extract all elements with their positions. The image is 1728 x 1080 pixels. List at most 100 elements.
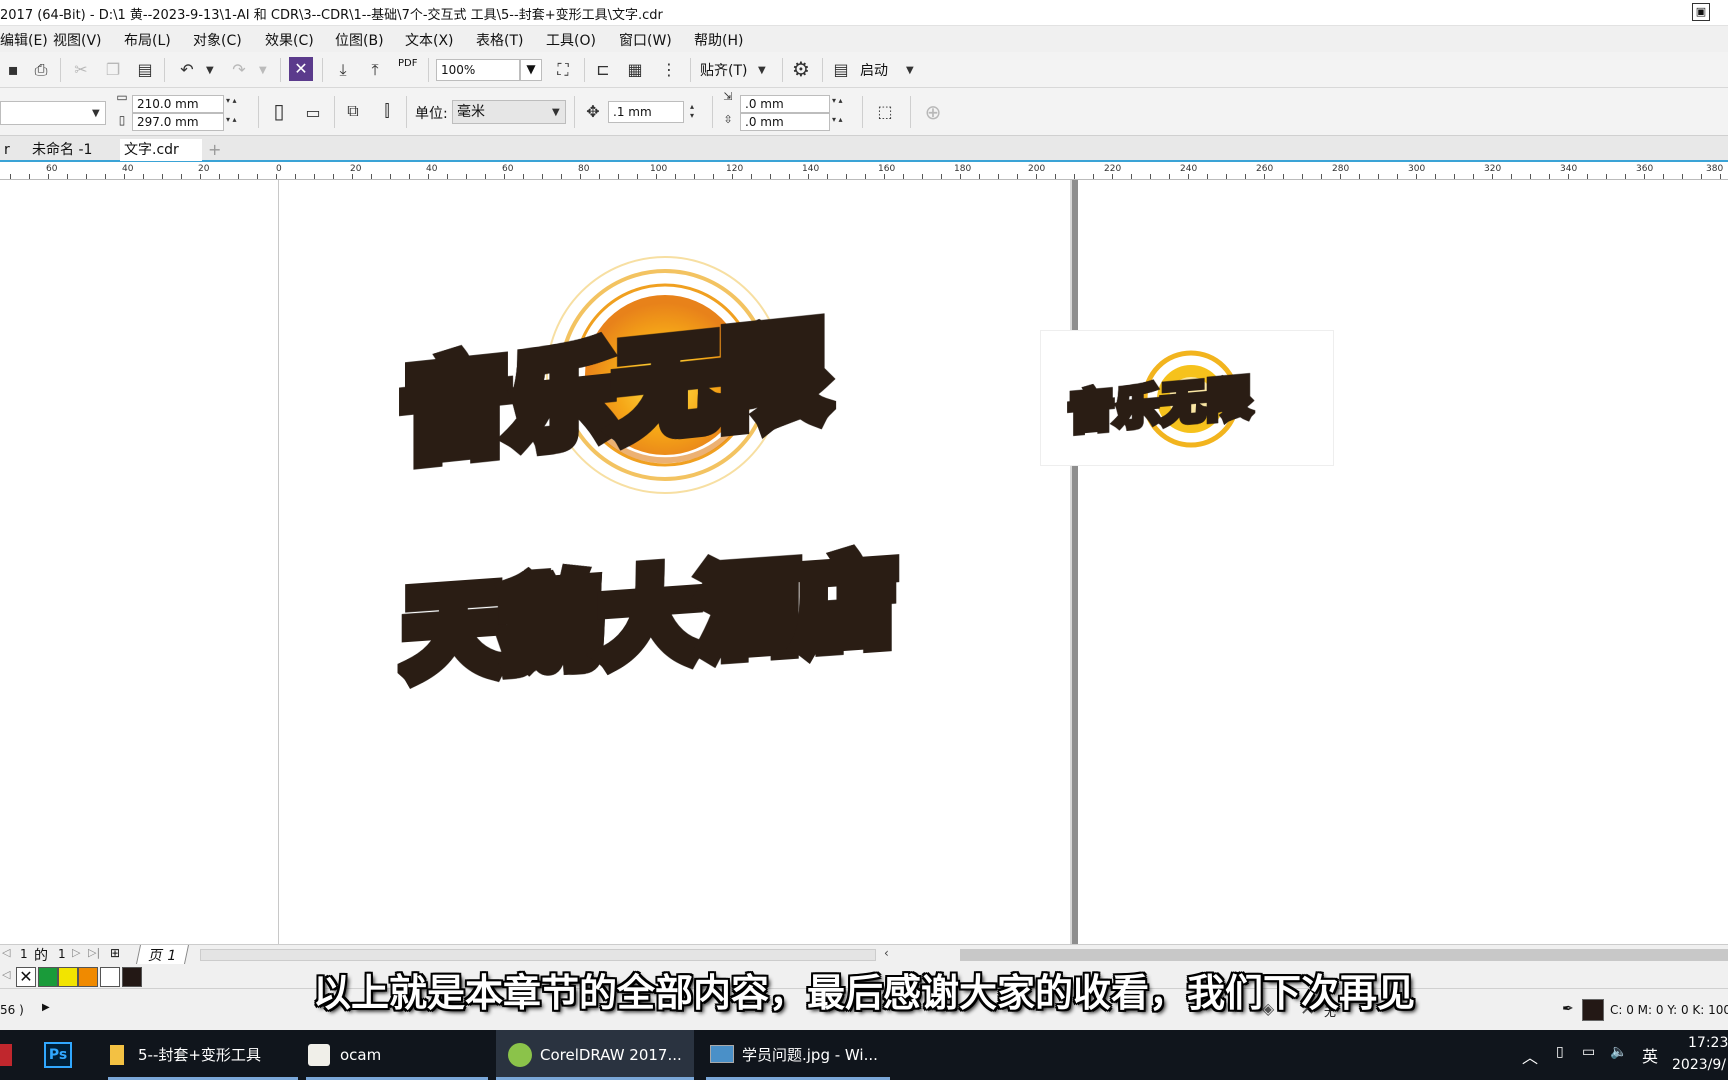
paste-icon[interactable]: ▤ (132, 57, 158, 83)
video-subtitle: 以上就是本章节的全部内容，最后感谢大家的收看，我们下次再见 (312, 971, 1415, 1015)
import-icon[interactable]: ⤓ (330, 57, 356, 83)
ime-language-indicator[interactable]: 英 (1642, 1043, 1658, 1067)
last-page-icon[interactable]: ▷| (88, 946, 100, 959)
export-icon[interactable]: ⤒ (362, 57, 388, 83)
page-width-spin-icon[interactable]: ▾ ▴ (226, 96, 237, 105)
redo-dropdown-icon[interactable]: ▼ (259, 65, 267, 76)
landscape-icon[interactable]: ▭ (300, 100, 326, 126)
menu-effects[interactable]: 效果(C) (265, 30, 314, 50)
treat-as-filled-icon[interactable]: ⬚ (872, 99, 898, 125)
ruler-tick (1036, 174, 1037, 179)
clock-date[interactable]: 2023/9/ (1672, 1057, 1726, 1073)
new-tab-plus-icon[interactable]: + (204, 139, 225, 161)
ruler-label: 380 (1706, 164, 1724, 174)
zoom-level-field[interactable]: 100% (436, 59, 520, 81)
application-launcher-icon[interactable]: ▤ (828, 57, 854, 83)
grid-icon[interactable]: ▦ (622, 57, 648, 83)
scrollbar-thumb[interactable] (960, 949, 1728, 961)
battery-icon[interactable]: ▭ (1582, 1044, 1595, 1060)
paper-size-select[interactable] (0, 101, 106, 125)
drawing-canvas[interactable]: 音乐无限 音乐无限 天鹅大酒店 天鹅大酒店 音乐无限 音乐无限 (0, 180, 1728, 944)
next-page-icon[interactable]: ▷ (72, 946, 80, 959)
duplicate-x-field[interactable]: .0 mm (740, 95, 830, 113)
pdf-export-label[interactable]: PDF (398, 58, 417, 69)
taskbar-ocam[interactable]: ocam (306, 1030, 488, 1080)
taskbar-folder[interactable]: 5--封套+变形工具 (108, 1030, 298, 1080)
add-icon[interactable]: ⊕ (920, 99, 946, 125)
page-width-field[interactable]: 210.0 mm (132, 95, 224, 113)
page-height-spin-icon[interactable]: ▾ ▴ (226, 115, 237, 124)
snap-to-menu[interactable]: 贴齐(T) (700, 60, 747, 80)
ruler-tick (295, 174, 296, 179)
user-icon[interactable]: ▣ (1692, 3, 1710, 21)
ruler-label: 340 (1560, 164, 1578, 174)
menu-table[interactable]: 表格(T) (476, 30, 523, 50)
ruler-tick (675, 174, 676, 179)
taskbar-image-viewer[interactable]: 学员问题.jpg - Wi... (706, 1030, 890, 1080)
menu-object[interactable]: 对象(C) (193, 30, 242, 50)
portrait-icon[interactable]: ▯ (266, 98, 292, 124)
current-page-number[interactable]: 1 (20, 947, 28, 961)
scroll-left-icon[interactable]: ‹ (884, 946, 889, 960)
all-pages-icon[interactable]: ⧉ (340, 98, 366, 124)
ruler-tick (1150, 174, 1151, 179)
horizontal-scrollbar[interactable] (200, 949, 876, 961)
rulers-icon[interactable]: ⊏ (590, 57, 616, 83)
copy-icon[interactable]: ❐ (100, 57, 126, 83)
menu-edit[interactable]: 编辑(E) (0, 30, 48, 50)
tab-previous-doc[interactable]: r (0, 139, 14, 161)
page-height-field[interactable]: 297.0 mm (132, 113, 224, 131)
duplicate-x-spin-icon[interactable]: ▾ ▴ (832, 96, 843, 105)
duplicate-y-field[interactable]: .0 mm (740, 113, 830, 131)
paper-size-dropdown-icon[interactable]: ▼ (92, 108, 100, 119)
full-screen-icon[interactable]: ⛶ (550, 57, 576, 83)
tray-expand-icon[interactable]: ︿ (1522, 1044, 1538, 1068)
ruler-tick (428, 174, 429, 179)
menu-layout[interactable]: 布局(L) (124, 30, 171, 50)
launch-label[interactable]: 启动 (860, 60, 888, 80)
units-dropdown-icon[interactable]: ▼ (552, 107, 560, 118)
snap-dropdown-icon[interactable]: ▼ (758, 65, 766, 76)
menu-window[interactable]: 窗口(W) (619, 30, 672, 50)
add-page-icon[interactable]: ⊞ (110, 946, 120, 960)
print-icon[interactable]: ⎙ (28, 57, 54, 83)
menu-view[interactable]: 视图(V) (53, 30, 102, 50)
taskbar-coreldraw[interactable]: CorelDRAW 2017... (496, 1030, 694, 1080)
ruler-tick (580, 174, 581, 179)
cut-icon[interactable]: ✂ (68, 57, 94, 83)
logo-swan-hotel[interactable]: 天鹅大酒店 天鹅大酒店 (397, 523, 905, 700)
menu-tools[interactable]: 工具(O) (546, 30, 596, 50)
first-page-icon[interactable]: ◁ (2, 946, 10, 959)
ruler-label: 260 (1256, 164, 1274, 174)
ruler-label: 300 (1408, 164, 1426, 174)
options-gear-icon[interactable]: ⚙ (788, 56, 814, 82)
volume-icon[interactable]: 🔈 (1610, 1044, 1627, 1060)
duplicate-y-spin-icon[interactable]: ▾ ▴ (832, 115, 843, 124)
corel-connect-icon[interactable]: ✕ (289, 57, 313, 81)
launch-dropdown-icon[interactable]: ▼ (906, 65, 914, 76)
photoshop-icon[interactable]: Ps (44, 1042, 72, 1068)
menu-bitmaps[interactable]: 位图(B) (335, 30, 384, 50)
zoom-dropdown-icon[interactable]: ▼ (520, 59, 542, 81)
taskbar-app-icon[interactable] (0, 1044, 12, 1066)
ruler-tick (1264, 174, 1265, 179)
ruler-tick (789, 174, 790, 179)
nudge-distance-field[interactable]: .1 mm (608, 101, 684, 123)
menu-text[interactable]: 文本(X) (405, 30, 454, 50)
save-icon[interactable]: ▪ (0, 57, 26, 83)
redo-icon[interactable]: ↷ (226, 57, 252, 83)
tab-untitled-1[interactable]: 未命名 -1 (28, 139, 96, 161)
clock-time[interactable]: 17:23 (1688, 1035, 1728, 1051)
horizontal-ruler[interactable]: 60 40 20 0 20 40 60 80 100 120 140 160 1… (0, 162, 1728, 180)
current-page-icon[interactable]: ⫿ (374, 98, 400, 124)
units-select[interactable]: 毫米 (452, 100, 566, 124)
menu-help[interactable]: 帮助(H) (694, 30, 743, 50)
tab-text-cdr[interactable]: 文字.cdr (120, 139, 202, 161)
undo-icon[interactable]: ↶ (174, 57, 200, 83)
nudge-spin-icon[interactable]: ▴ ▾ (690, 102, 694, 120)
usb-icon[interactable]: ▯ (1556, 1044, 1564, 1060)
guidelines-icon[interactable]: ⋮ (656, 57, 682, 83)
reference-image[interactable]: 音乐无限 音乐无限 (1040, 330, 1334, 466)
ruler-label: 220 (1104, 164, 1122, 174)
undo-dropdown-icon[interactable]: ▼ (206, 65, 214, 76)
